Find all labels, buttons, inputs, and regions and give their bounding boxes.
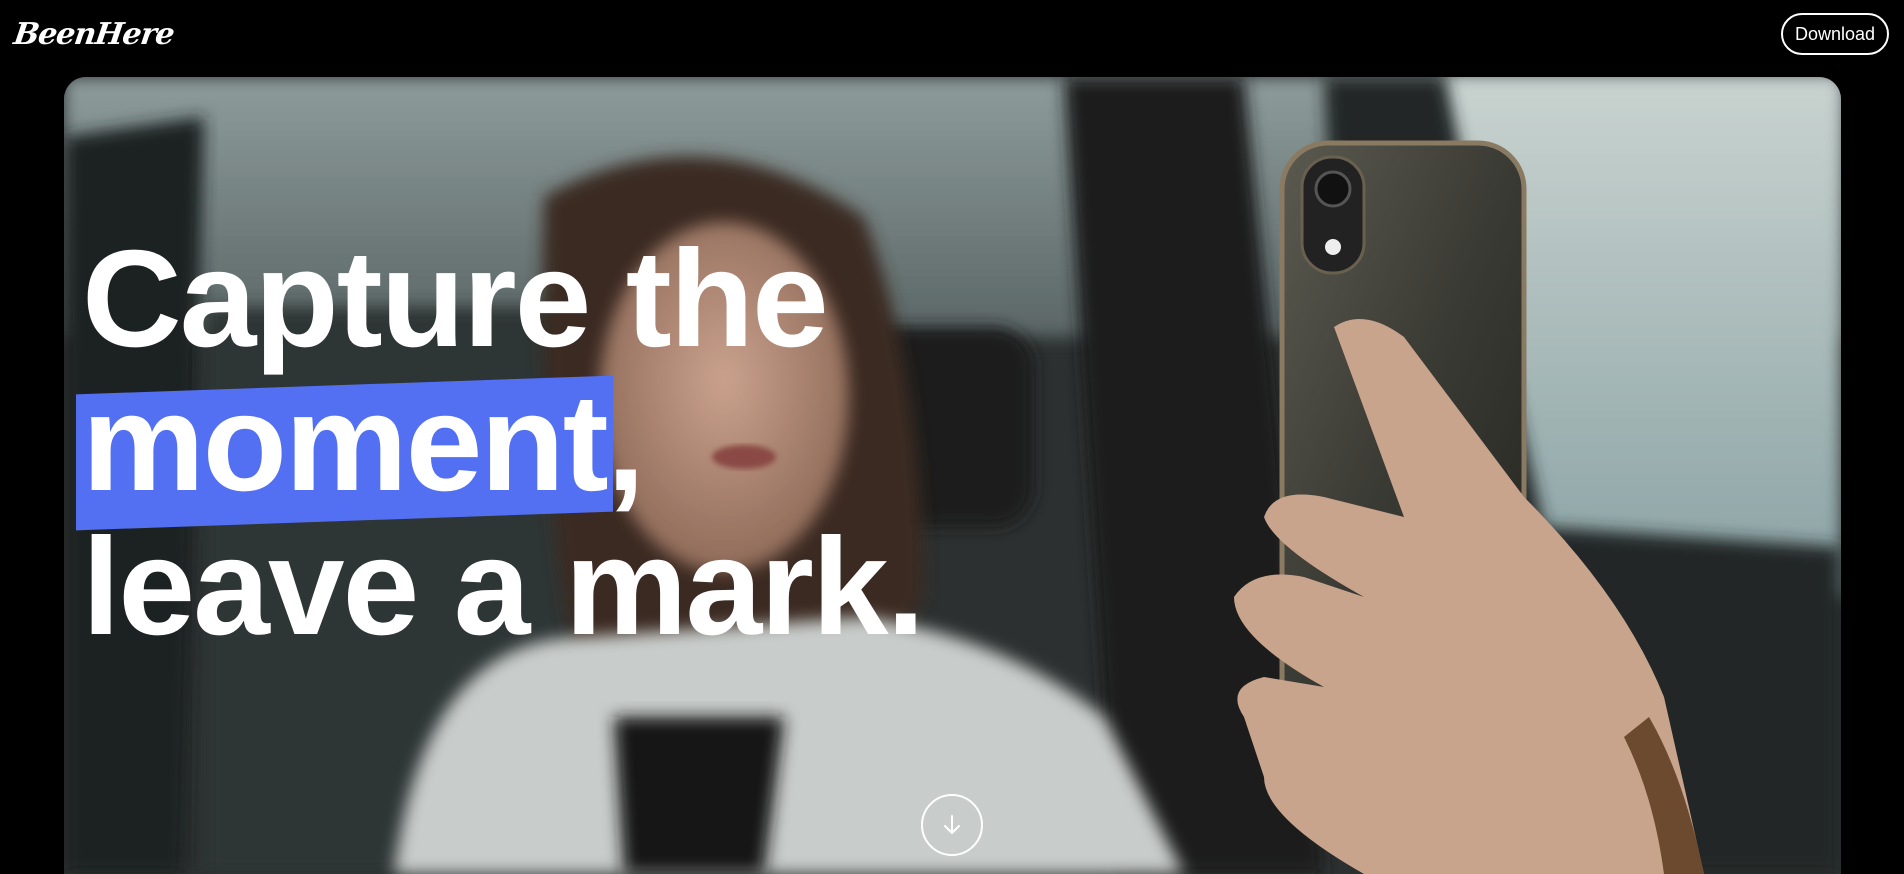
headline-highlight: moment bbox=[82, 371, 609, 515]
download-button[interactable]: Download bbox=[1781, 13, 1889, 55]
hero-headline: Capture the moment, leave a mark. bbox=[82, 222, 925, 664]
scroll-down-button[interactable] bbox=[921, 794, 983, 856]
headline-line-3: leave a mark. bbox=[82, 510, 925, 664]
headline-highlight-text: moment bbox=[82, 366, 609, 520]
brand-logo[interactable]: BeenHere bbox=[11, 14, 177, 54]
hero-section: Capture the moment, leave a mark. bbox=[64, 77, 1841, 874]
headline-line-1: Capture the bbox=[82, 222, 829, 376]
headline-line-2: moment, bbox=[82, 371, 923, 515]
arrow-down-icon bbox=[944, 815, 960, 834]
top-navigation-bar: BeenHere Download bbox=[0, 0, 1904, 76]
